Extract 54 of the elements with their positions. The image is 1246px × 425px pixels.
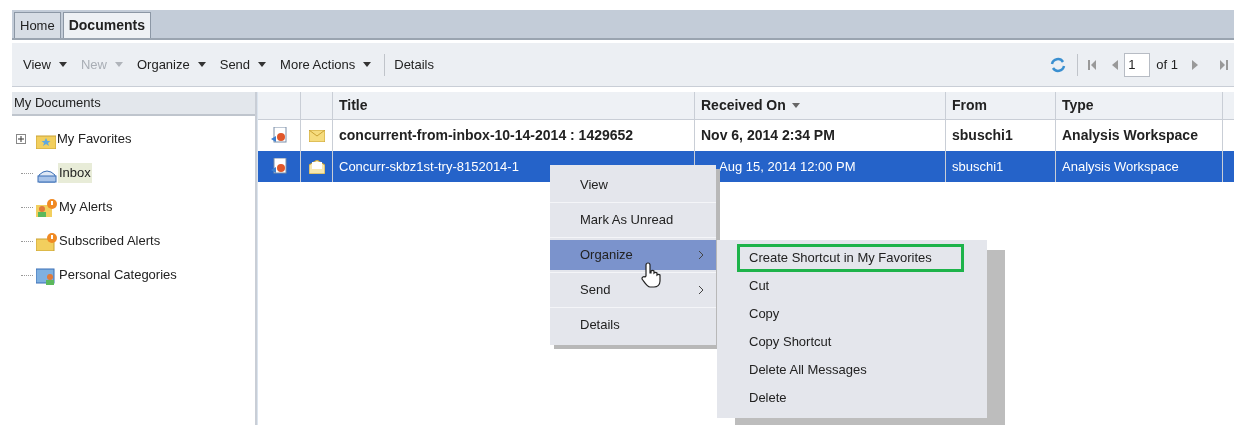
- table-cell: Analysis Workspace: [1056, 151, 1223, 182]
- previous-page-icon[interactable]: [1112, 59, 1119, 70]
- page-field[interactable]: 1: [1124, 52, 1151, 77]
- caret-icon: [114, 62, 123, 67]
- menu-item[interactable]: Cut: [737, 272, 964, 300]
- toolbar-button[interactable]: Organize: [131, 54, 211, 75]
- tab[interactable]: Home: [14, 12, 61, 38]
- menu-item[interactable]: Organize: [550, 240, 716, 270]
- expand-toggle[interactable]: [16, 134, 26, 144]
- sidebar-title: My Documents: [12, 92, 255, 116]
- menu-item[interactable]: Mark As Unread: [550, 205, 716, 235]
- last-page-icon[interactable]: [1220, 59, 1228, 70]
- document-icon: [271, 126, 287, 145]
- caret-icon: [197, 62, 206, 67]
- menu-item[interactable]: Copy Shortcut: [737, 328, 964, 356]
- menu-item[interactable]: Details: [550, 310, 716, 340]
- caret-icon: [58, 62, 67, 67]
- person-alert-icon: [36, 198, 58, 217]
- tree-item[interactable]: Personal Categories: [58, 265, 178, 285]
- sort-caret-icon: [791, 103, 800, 108]
- tree-item[interactable]: My Alerts: [58, 197, 114, 217]
- folder-alert-icon: [36, 232, 58, 251]
- envelope-icon: [308, 129, 325, 142]
- chevron-right-icon: [698, 250, 704, 260]
- toolbar-button[interactable]: Send: [214, 54, 272, 75]
- menu-item[interactable]: Delete All Messages: [737, 356, 964, 384]
- menu-item[interactable]: Send: [550, 275, 716, 305]
- page-count: of 1: [1156, 55, 1178, 74]
- column-header[interactable]: Type: [1056, 92, 1223, 119]
- document-icon: [271, 157, 287, 176]
- table-cell: sbuschi1: [946, 151, 1056, 182]
- folder-star-icon: [36, 132, 56, 149]
- tree-item[interactable]: Inbox: [58, 163, 92, 183]
- column-header[interactable]: Received On: [695, 92, 946, 119]
- open-envelope-icon: [308, 159, 325, 174]
- toolbar-button[interactable]: Details: [389, 54, 439, 75]
- tab[interactable]: Documents: [62, 12, 151, 38]
- next-page-icon[interactable]: [1192, 59, 1198, 70]
- first-page-icon[interactable]: [1088, 59, 1097, 70]
- menu-item[interactable]: Create Shortcut in My Favorites: [737, 244, 964, 272]
- tree-item[interactable]: Subscribed Alerts: [58, 231, 162, 251]
- chevron-right-icon: [698, 285, 704, 295]
- menu-item[interactable]: Delete: [737, 384, 964, 412]
- toolbar-button[interactable]: More Actions: [275, 54, 377, 75]
- toolbar-button[interactable]: View: [18, 54, 72, 75]
- caret-icon: [258, 62, 267, 67]
- menu-item[interactable]: View: [550, 170, 716, 200]
- caret-icon: [363, 62, 372, 67]
- refresh-icon[interactable]: [1049, 56, 1068, 73]
- column-header[interactable]: From: [946, 92, 1056, 119]
- menu-item[interactable]: Copy: [737, 300, 964, 328]
- column-header[interactable]: Title: [333, 92, 695, 119]
- people-folder-icon: [36, 266, 58, 285]
- tree-item[interactable]: My Favorites: [56, 129, 133, 149]
